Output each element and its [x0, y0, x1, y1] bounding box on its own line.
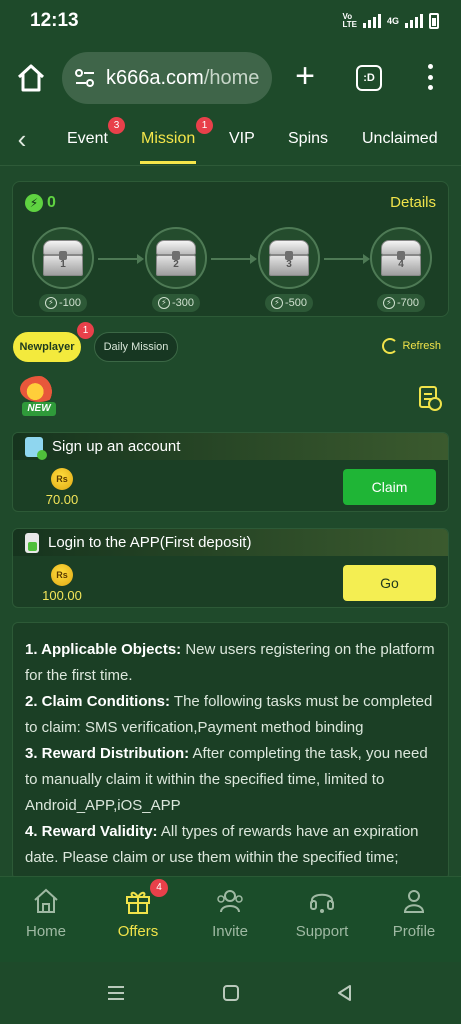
tab-event-badge: 3 [108, 117, 125, 134]
url-host: k666a.com [106, 66, 204, 89]
url-text: k666a.com/home [106, 67, 259, 90]
url-path: /home [203, 66, 260, 89]
lightning-icon: ⚡ [25, 194, 43, 212]
chest-icon: 3 [269, 240, 309, 276]
nav-offers[interactable]: 4 Offers [92, 877, 184, 963]
nav-profile[interactable]: Profile [368, 877, 460, 963]
chest-icon: 1 [43, 240, 83, 276]
chest-icon: 2 [156, 240, 196, 276]
task-title: Sign up an account [52, 438, 181, 455]
people-icon [217, 890, 243, 913]
tab-vip[interactable]: VIP [229, 130, 255, 148]
home-icon [34, 888, 58, 913]
task-header: Sign up an account [13, 433, 448, 460]
energy-counter: ⚡ 0 [25, 194, 56, 212]
claim-button[interactable]: Claim [343, 469, 436, 505]
recent-apps-icon[interactable] [106, 983, 126, 1003]
progress-arrow [324, 254, 370, 264]
energy-value: 0 [47, 194, 56, 211]
signal-icon [362, 14, 381, 28]
person-icon [403, 890, 425, 913]
headset-icon [310, 893, 334, 913]
tab-switcher-button[interactable]: :D [356, 65, 382, 91]
task-title: Login to the APP(First deposit) [48, 534, 252, 551]
rules-history-icon[interactable] [419, 386, 442, 411]
rule-item: 4. Reward Validity: All types of rewards… [25, 823, 419, 866]
refresh-button[interactable]: Refresh [382, 338, 441, 354]
chest-reward-4: ⚡ -700 [377, 294, 425, 312]
signup-icon [25, 436, 47, 460]
app-download-icon [25, 532, 39, 553]
rule-item: 2. Claim Conditions: The following tasks… [25, 693, 433, 736]
newplayer-badge: 1 [77, 322, 94, 339]
lightning-icon: ⚡ [44, 297, 57, 309]
back-chevron-icon[interactable]: ‹ [10, 126, 34, 152]
task-reward-amount: 100.00 [42, 588, 82, 603]
progress-arrow [98, 254, 144, 264]
tab-mission[interactable]: Mission [141, 130, 195, 148]
network-4g-label: 4G [386, 16, 399, 26]
status-time: 12:13 [30, 10, 79, 31]
battery-icon [429, 13, 439, 29]
chest-3[interactable]: 3 [258, 227, 320, 289]
status-bar: 12:13 Vo LTE 4G [0, 0, 461, 42]
filter-newplayer[interactable]: Newplayer [13, 332, 81, 362]
rules-description: 1. Applicable Objects: New users registe… [12, 622, 449, 880]
chest-reward-2: ⚡ -300 [152, 294, 200, 312]
details-link[interactable]: Details [390, 194, 436, 211]
go-button[interactable]: Go [343, 565, 436, 601]
new-tag: NEW [22, 402, 56, 416]
refresh-icon [382, 338, 399, 354]
offers-badge: 4 [150, 879, 168, 897]
task-card-signup: Sign up an account Rs 70.00 Claim [12, 432, 449, 512]
nav-invite[interactable]: Invite [184, 877, 276, 963]
status-icons: Vo LTE 4G [342, 13, 439, 29]
nav-support[interactable]: Support [276, 877, 368, 963]
browser-toolbar: k666a.com/home + :D [0, 42, 461, 114]
chest-reward-1: ⚡ -100 [39, 294, 87, 312]
new-tab-button[interactable]: + [290, 59, 320, 93]
address-bar[interactable]: k666a.com/home [62, 52, 272, 104]
filter-daily-mission[interactable]: Daily Mission [94, 332, 178, 362]
rupee-coin-icon: Rs [51, 468, 73, 490]
mission-progress-card: ⚡ 0 Details 1 2 3 4 ⚡ -100 ⚡ -300 ⚡ -500 ⚡ -… [12, 181, 449, 317]
chest-reward-3: ⚡ -500 [265, 294, 313, 312]
task-card-login-app: Login to the APP(First deposit) Rs 100.0… [12, 528, 449, 608]
signal-icon-2 [405, 14, 423, 28]
home-square-icon[interactable] [221, 983, 241, 1003]
task-header: Login to the APP(First deposit) [13, 529, 448, 556]
tab-unclaimed[interactable]: Unclaimed [362, 130, 438, 148]
tab-nav: ‹ Event 3 Mission 1 VIP Spins Unclaimed [0, 114, 461, 166]
rupee-coin-icon: Rs [51, 564, 73, 586]
chest-icon: 4 [381, 240, 421, 276]
system-nav-bar [0, 962, 461, 1024]
chest-4[interactable]: 4 [370, 227, 432, 289]
tab-event[interactable]: Event [67, 130, 108, 148]
progress-arrow [211, 254, 257, 264]
active-tab-indicator [140, 161, 196, 164]
new-player-logo: NEW [16, 376, 62, 420]
browser-menu-icon[interactable] [420, 62, 440, 92]
lightning-icon: ⚡ [382, 297, 395, 309]
lightning-icon: ⚡ [157, 297, 170, 309]
refresh-label: Refresh [402, 340, 441, 352]
rule-item: 1. Applicable Objects: New users registe… [25, 641, 435, 684]
back-triangle-icon[interactable] [335, 983, 355, 1003]
bottom-nav: Home 4 Offers Invite Support Profile [0, 876, 461, 962]
tab-mission-badge: 1 [196, 117, 213, 134]
chest-2[interactable]: 2 [145, 227, 207, 289]
task-reward-amount: 70.00 [45, 492, 79, 507]
nav-home[interactable]: Home [0, 877, 92, 963]
lightning-icon: ⚡ [270, 297, 283, 309]
site-settings-icon[interactable] [74, 68, 96, 88]
chest-1[interactable]: 1 [32, 227, 94, 289]
volte-label: Vo LTE [342, 12, 357, 29]
gift-icon [126, 891, 150, 914]
home-icon[interactable] [15, 62, 47, 94]
rule-item: 3. Reward Distribution: After completing… [25, 745, 428, 814]
tab-spins[interactable]: Spins [288, 130, 328, 148]
